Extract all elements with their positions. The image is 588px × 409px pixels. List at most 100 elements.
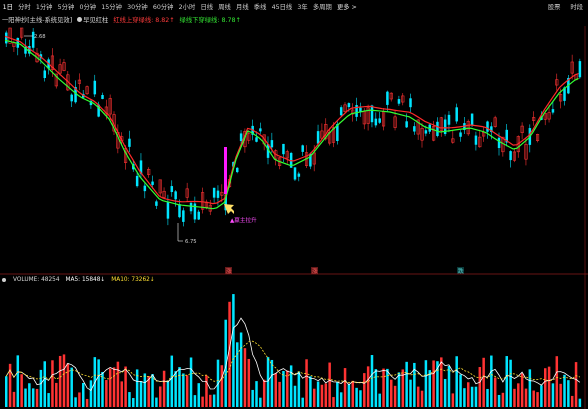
candle-body — [236, 167, 239, 173]
volume-bar — [547, 366, 551, 407]
volume-bar — [270, 359, 274, 407]
volume-bar — [151, 374, 154, 407]
volume-bar — [316, 381, 320, 407]
volume-bar — [509, 359, 512, 407]
volume-bar — [443, 378, 447, 407]
volume-bar — [101, 371, 104, 407]
volume-bar — [351, 380, 354, 407]
candle-body — [470, 113, 474, 126]
candle-body — [93, 80, 97, 95]
volume-bar — [378, 393, 381, 407]
volume-bar — [366, 366, 370, 407]
volume-bar — [482, 357, 485, 407]
volume-bar — [474, 386, 478, 407]
candle-body — [197, 211, 200, 220]
volume-bar — [197, 383, 200, 407]
volume-bar — [540, 385, 543, 407]
volume-bar — [182, 373, 185, 407]
volume-bar — [420, 390, 424, 407]
volume-bar — [328, 362, 331, 407]
volume-bar — [28, 383, 31, 407]
candle-body — [255, 137, 258, 142]
green-moving-average — [4, 39, 579, 210]
volume-bar — [159, 386, 162, 407]
volume-bar — [440, 357, 443, 407]
volume-bar — [432, 360, 435, 407]
candle-body — [347, 103, 351, 108]
volume-bar — [559, 383, 562, 407]
volume-bar — [58, 355, 62, 407]
volume-bar — [35, 388, 39, 407]
volume-ma10-line — [5, 340, 581, 384]
candle-body — [386, 91, 389, 105]
volume-bar — [62, 354, 66, 407]
volume-bar — [20, 374, 23, 407]
volume-bar — [397, 372, 401, 407]
volume-bar — [74, 397, 77, 407]
candle-body — [212, 187, 216, 198]
volume-bar — [544, 368, 547, 407]
volume-bar — [24, 388, 27, 407]
candle-body — [178, 204, 181, 218]
candle-body — [413, 126, 416, 132]
volume-bar — [416, 386, 420, 407]
volume-bar — [305, 359, 308, 407]
volume-bar — [339, 392, 343, 407]
red-moving-average — [4, 35, 579, 205]
volume-bar — [116, 361, 120, 407]
candle-body — [474, 135, 478, 145]
volume-bar — [274, 373, 277, 407]
volume-bar — [120, 381, 123, 407]
candle-body — [374, 118, 378, 126]
volume-bar — [236, 342, 239, 407]
volume-bar — [143, 373, 147, 407]
volume-bar — [105, 380, 108, 407]
candle-body — [5, 32, 8, 44]
volume-bar — [343, 368, 347, 407]
volume-bar — [251, 389, 254, 407]
volume-value: VOLUME: 48254 — [13, 277, 60, 283]
volume-bar — [132, 398, 135, 407]
volume-bar — [359, 390, 362, 407]
candle-body — [551, 109, 555, 113]
volume-bar — [524, 388, 528, 407]
candle-body — [397, 99, 401, 104]
candle-body — [378, 118, 381, 123]
volume-bar — [478, 367, 482, 407]
volume-bar — [112, 367, 116, 407]
volume-bar — [178, 367, 181, 407]
volume-bar — [166, 380, 170, 407]
volume-bar — [459, 374, 462, 407]
volume-bar — [201, 396, 204, 407]
candle-body — [370, 105, 374, 123]
candle-body — [189, 202, 193, 212]
candle-body — [424, 130, 428, 134]
volume-bar — [332, 397, 335, 407]
candle-body — [405, 121, 408, 128]
volume-bar — [563, 374, 566, 407]
volume-bar — [320, 384, 324, 407]
volume-bar — [309, 376, 312, 407]
volume-bar — [82, 382, 85, 407]
volume-bar — [528, 369, 532, 407]
candle-body — [43, 70, 46, 79]
volume-bar — [282, 370, 285, 407]
high-price-label: 2.68 — [34, 34, 46, 40]
volume-bar — [239, 332, 243, 407]
volume-bar — [455, 356, 458, 407]
candle-body — [459, 132, 462, 137]
candle-body — [436, 121, 439, 136]
volume-bar — [467, 382, 470, 407]
volume-circle-icon — [2, 278, 6, 282]
volume-bar — [189, 357, 193, 407]
volume-bar — [5, 376, 8, 407]
volume-bar — [463, 388, 466, 407]
volume-bar — [162, 370, 166, 407]
candle-body — [182, 210, 185, 222]
volume-bar — [108, 368, 112, 407]
volume-bar — [39, 369, 43, 407]
volume-bar — [43, 361, 46, 407]
candle-body — [578, 61, 582, 78]
stock-chart[interactable]: ▲赢主拉升 6.75 2.68 涨 涨 跌 — [0, 0, 588, 409]
buy-signal-bar — [224, 147, 227, 194]
